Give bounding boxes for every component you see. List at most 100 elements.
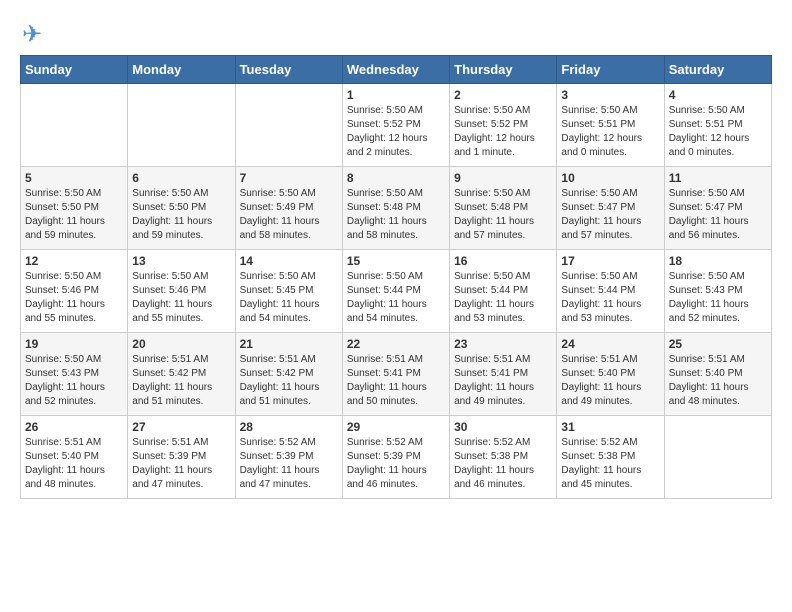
header-row: SundayMondayTuesdayWednesdayThursdayFrid…	[21, 56, 772, 84]
calendar-cell: 1Sunrise: 5:50 AM Sunset: 5:52 PM Daylig…	[342, 84, 449, 167]
week-row-5: 26 Sunrise: 5:51 AM Sunset: 5:40 PM Dayli…	[21, 416, 772, 499]
calendar-cell: 23 Sunrise: 5:51 AM Sunset: 5:41 PM Dayli…	[450, 333, 557, 416]
day-number: 29	[347, 420, 445, 434]
day-number: 18	[669, 254, 767, 268]
day-number: 26	[25, 420, 123, 434]
cell-info: Sunrise: 5:50 AM Sunset: 5:43 PM Dayligh…	[25, 353, 123, 409]
calendar-cell: 24 Sunrise: 5:51 AM Sunset: 5:40 PM Dayli…	[557, 333, 664, 416]
cell-info: Sunrise: 5:50 AM Sunset: 5:47 PM Dayligh…	[561, 187, 659, 243]
calendar-cell: 17Sunrise: 5:50 AM Sunset: 5:44 PM Dayli…	[557, 250, 664, 333]
cell-info: Sunrise: 5:52 AM Sunset: 5:39 PM Dayligh…	[347, 436, 445, 492]
calendar-cell: 28 Sunrise: 5:52 AM Sunset: 5:39 PM Dayli…	[235, 416, 342, 499]
day-number: 4	[669, 88, 767, 102]
day-number: 15	[347, 254, 445, 268]
calendar-cell: 11Sunrise: 5:50 AM Sunset: 5:47 PM Dayli…	[664, 167, 771, 250]
calendar-cell: 16 Sunrise: 5:50 AM Sunset: 5:44 PM Dayli…	[450, 250, 557, 333]
calendar-cell: 21 Sunrise: 5:51 AM Sunset: 5:42 PM Dayli…	[235, 333, 342, 416]
cell-info: Sunrise: 5:50 AM Sunset: 5:50 PM Dayligh…	[132, 187, 230, 243]
calendar-cell: 27 Sunrise: 5:51 AM Sunset: 5:39 PM Dayli…	[128, 416, 235, 499]
header-day-thursday: Thursday	[450, 56, 557, 84]
cell-info: Sunrise: 5:50 AM Sunset: 5:44 PM Dayligh…	[347, 270, 445, 326]
header-day-tuesday: Tuesday	[235, 56, 342, 84]
day-number: 23	[454, 337, 552, 351]
calendar-cell	[235, 84, 342, 167]
header-day-friday: Friday	[557, 56, 664, 84]
day-number: 9	[454, 171, 552, 185]
cell-info: Sunrise: 5:50 AM Sunset: 5:48 PM Dayligh…	[347, 187, 445, 243]
day-number: 7	[240, 171, 338, 185]
day-number: 3	[561, 88, 659, 102]
cell-info: Sunrise: 5:50 AM Sunset: 5:45 PM Dayligh…	[240, 270, 338, 326]
day-number: 21	[240, 337, 338, 351]
calendar-cell: 19 Sunrise: 5:50 AM Sunset: 5:43 PM Dayli…	[21, 333, 128, 416]
cell-info: Sunrise: 5:52 AM Sunset: 5:38 PM Dayligh…	[454, 436, 552, 492]
calendar-cell: 4 Sunrise: 5:50 AM Sunset: 5:51 PM Daylig…	[664, 84, 771, 167]
cell-info: Sunrise: 5:50 AM Sunset: 5:52 PM Dayligh…	[454, 104, 552, 160]
calendar-cell: 30 Sunrise: 5:52 AM Sunset: 5:38 PM Dayli…	[450, 416, 557, 499]
day-number: 24	[561, 337, 659, 351]
calendar-cell: 7 Sunrise: 5:50 AM Sunset: 5:49 PM Daylig…	[235, 167, 342, 250]
cell-info: Sunrise: 5:51 AM Sunset: 5:40 PM Dayligh…	[669, 353, 767, 409]
day-number: 8	[347, 171, 445, 185]
cell-info: Sunrise: 5:50 AM Sunset: 5:43 PM Dayligh…	[669, 270, 767, 326]
day-number: 19	[25, 337, 123, 351]
week-row-4: 19 Sunrise: 5:50 AM Sunset: 5:43 PM Dayli…	[21, 333, 772, 416]
cell-info: Sunrise: 5:50 AM Sunset: 5:46 PM Dayligh…	[25, 270, 123, 326]
cell-info: Sunrise: 5:51 AM Sunset: 5:39 PM Dayligh…	[132, 436, 230, 492]
calendar-cell: 2 Sunrise: 5:50 AM Sunset: 5:52 PM Daylig…	[450, 84, 557, 167]
cell-info: Sunrise: 5:52 AM Sunset: 5:39 PM Dayligh…	[240, 436, 338, 492]
day-number: 30	[454, 420, 552, 434]
cell-info: Sunrise: 5:51 AM Sunset: 5:40 PM Dayligh…	[25, 436, 123, 492]
week-row-1: 1 Sunrise: 5:50 AM Sunset: 5:52 PM Daylig…	[21, 84, 772, 167]
cell-info: Sunrise: 5:50 AM Sunset: 5:49 PM Dayligh…	[240, 187, 338, 243]
calendar-cell: 25 Sunrise: 5:51 AM Sunset: 5:40 PM Dayli…	[664, 333, 771, 416]
calendar-cell: 3 Sunrise: 5:50 AM Sunset: 5:51 PM Daylig…	[557, 84, 664, 167]
day-number: 14	[240, 254, 338, 268]
calendar-cell: 8 Sunrise: 5:50 AM Sunset: 5:48 PM Daylig…	[342, 167, 449, 250]
cell-info: Sunrise: 5:52 AM Sunset: 5:38 PM Dayligh…	[561, 436, 659, 492]
calendar-cell: 10Sunrise: 5:50 AM Sunset: 5:47 PM Dayli…	[557, 167, 664, 250]
cell-info: Sunrise: 5:50 AM Sunset: 5:44 PM Dayligh…	[454, 270, 552, 326]
day-number: 5	[25, 171, 123, 185]
header-day-saturday: Saturday	[664, 56, 771, 84]
calendar-cell: 31Sunrise: 5:52 AM Sunset: 5:38 PM Dayli…	[557, 416, 664, 499]
calendar-cell: 15 Sunrise: 5:50 AM Sunset: 5:44 PM Dayli…	[342, 250, 449, 333]
calendar-cell: 5 Sunrise: 5:50 AM Sunset: 5:50 PM Daylig…	[21, 167, 128, 250]
day-number: 28	[240, 420, 338, 434]
calendar-cell	[664, 416, 771, 499]
calendar-cell: 29 Sunrise: 5:52 AM Sunset: 5:39 PM Dayli…	[342, 416, 449, 499]
day-number: 20	[132, 337, 230, 351]
day-number: 22	[347, 337, 445, 351]
header-day-wednesday: Wednesday	[342, 56, 449, 84]
day-number: 6	[132, 171, 230, 185]
cell-info: Sunrise: 5:50 AM Sunset: 5:51 PM Dayligh…	[669, 104, 767, 160]
cell-info: Sunrise: 5:50 AM Sunset: 5:46 PM Dayligh…	[132, 270, 230, 326]
cell-info: Sunrise: 5:50 AM Sunset: 5:47 PM Dayligh…	[669, 187, 767, 243]
day-number: 1	[347, 88, 445, 102]
cell-info: Sunrise: 5:51 AM Sunset: 5:40 PM Dayligh…	[561, 353, 659, 409]
cell-info: Sunrise: 5:50 AM Sunset: 5:48 PM Dayligh…	[454, 187, 552, 243]
calendar-cell: 13 Sunrise: 5:50 AM Sunset: 5:46 PM Dayli…	[128, 250, 235, 333]
cell-info: Sunrise: 5:51 AM Sunset: 5:42 PM Dayligh…	[240, 353, 338, 409]
day-number: 2	[454, 88, 552, 102]
day-number: 12	[25, 254, 123, 268]
day-number: 13	[132, 254, 230, 268]
calendar-cell: 20 Sunrise: 5:51 AM Sunset: 5:42 PM Dayli…	[128, 333, 235, 416]
week-row-2: 5 Sunrise: 5:50 AM Sunset: 5:50 PM Daylig…	[21, 167, 772, 250]
cell-info: Sunrise: 5:50 AM Sunset: 5:51 PM Dayligh…	[561, 104, 659, 160]
cell-info: Sunrise: 5:50 AM Sunset: 5:50 PM Dayligh…	[25, 187, 123, 243]
cell-info: Sunrise: 5:51 AM Sunset: 5:41 PM Dayligh…	[347, 353, 445, 409]
cell-info: Sunrise: 5:51 AM Sunset: 5:41 PM Dayligh…	[454, 353, 552, 409]
day-number: 25	[669, 337, 767, 351]
calendar-cell	[21, 84, 128, 167]
header: ✈	[20, 20, 772, 45]
calendar-cell: 18 Sunrise: 5:50 AM Sunset: 5:43 PM Dayli…	[664, 250, 771, 333]
calendar-cell: 9 Sunrise: 5:50 AM Sunset: 5:48 PM Daylig…	[450, 167, 557, 250]
calendar-cell: 14 Sunrise: 5:50 AM Sunset: 5:45 PM Dayli…	[235, 250, 342, 333]
cell-info: Sunrise: 5:51 AM Sunset: 5:42 PM Dayligh…	[132, 353, 230, 409]
day-number: 16	[454, 254, 552, 268]
header-day-monday: Monday	[128, 56, 235, 84]
calendar-cell	[128, 84, 235, 167]
day-number: 27	[132, 420, 230, 434]
calendar-cell: 26 Sunrise: 5:51 AM Sunset: 5:40 PM Dayli…	[21, 416, 128, 499]
